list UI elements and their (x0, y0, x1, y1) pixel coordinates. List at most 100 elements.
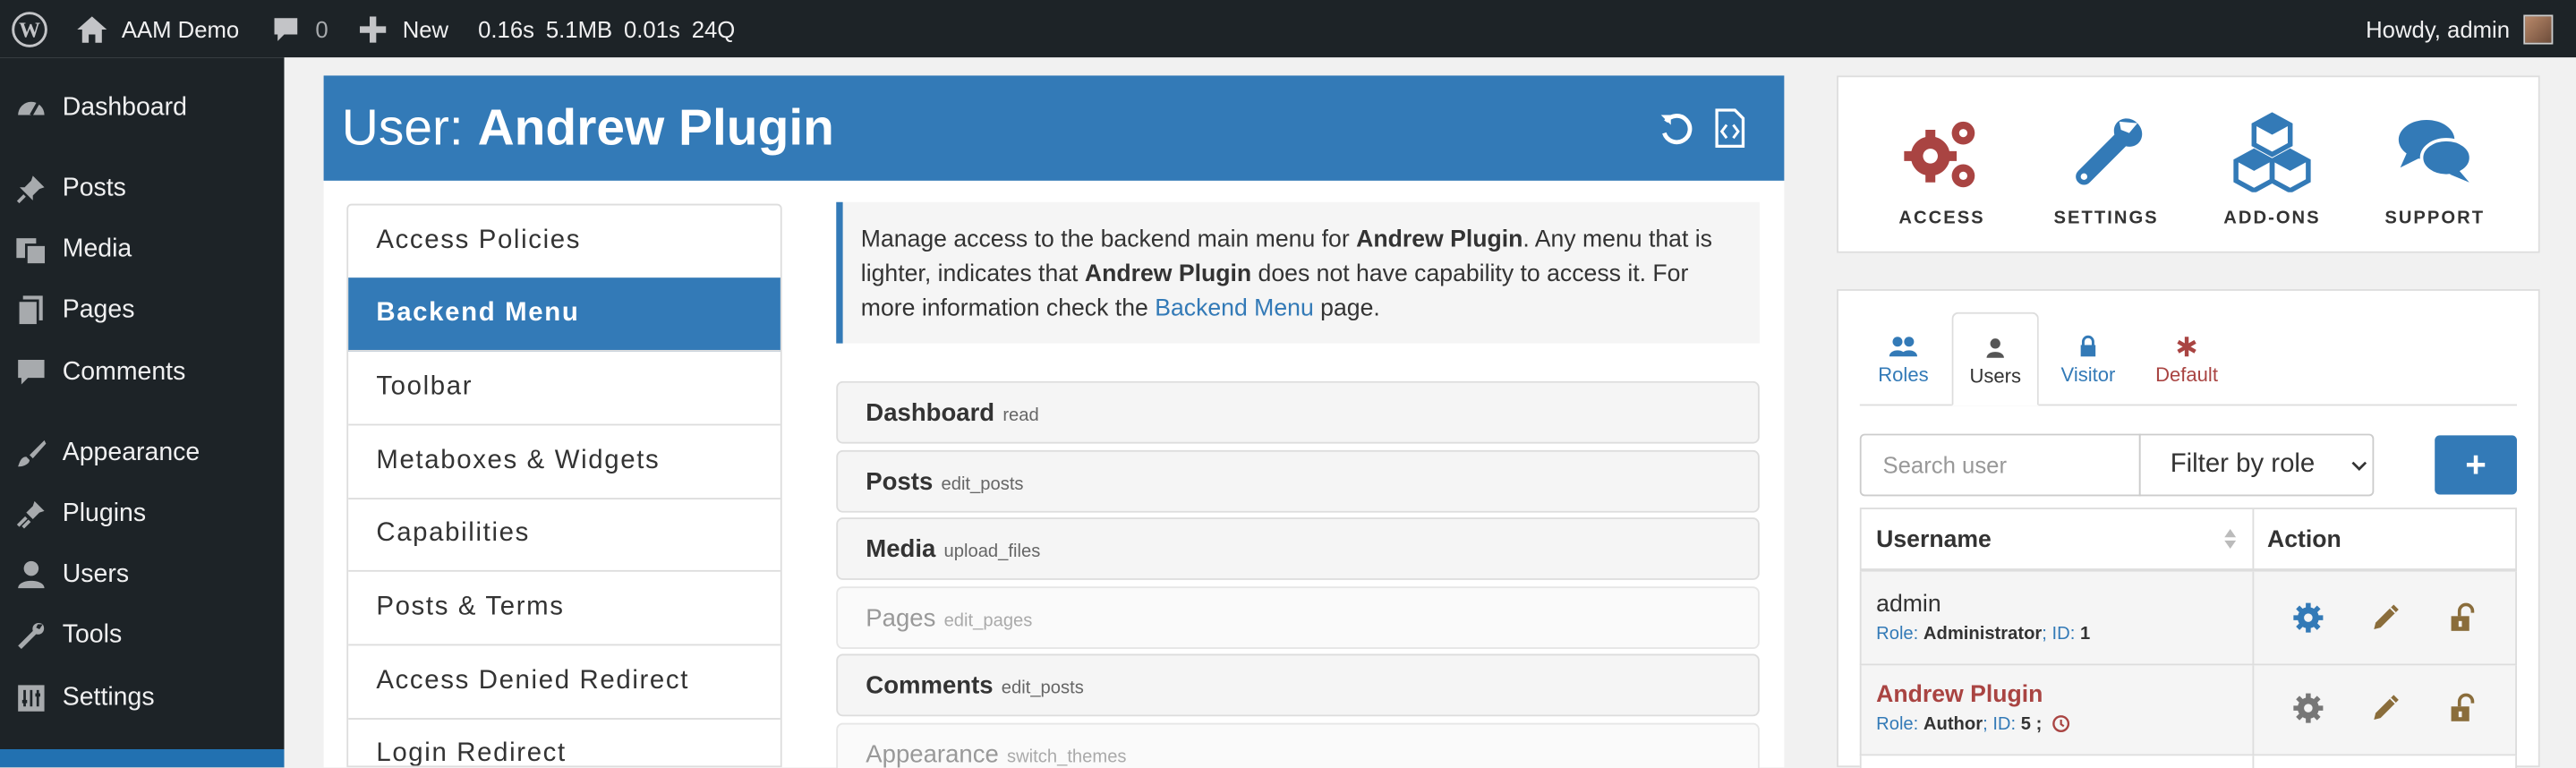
access-panel-button[interactable]: ACCESS (1860, 77, 2025, 254)
table-row-selected: Andrew Plugin Role: Author; ID: 5 ; (1859, 665, 2517, 756)
user-icon (18, 560, 45, 589)
menu-row-comments[interactable]: Comments edit_posts (836, 653, 1760, 717)
sidebar-item-label: Appearance (62, 439, 200, 467)
pages-icon (16, 295, 43, 327)
menu-row-label: Media (866, 534, 936, 563)
menu-row-capability: edit_posts (1001, 678, 1084, 698)
sidebar-item-media[interactable]: Media (0, 220, 285, 279)
feature-access-denied-redirect[interactable]: Access Denied Redirect (348, 645, 780, 720)
menu-row-label: Posts (866, 467, 934, 496)
info-subject: Andrew Plugin (1084, 260, 1252, 288)
menu-row-pages[interactable]: Pages edit_pages (836, 586, 1760, 650)
filter-by-role-select[interactable]: Filter by role (2138, 433, 2375, 497)
settings-panel-button[interactable]: SETTINGS (2024, 77, 2188, 254)
sidebar-item-comments[interactable]: Comments (0, 344, 285, 403)
menu-row-capability: edit_pages (943, 610, 1033, 630)
menu-row-capability: switch_themes (1006, 747, 1127, 767)
feature-access-policies[interactable]: Access Policies (348, 205, 780, 280)
feature-login-redirect[interactable]: Login Redirect (348, 718, 780, 765)
unlock-icon[interactable] (2446, 692, 2479, 725)
menu-row-label: Pages (866, 603, 936, 632)
wrench-icon (2076, 118, 2143, 185)
feature-posts-terms[interactable]: Posts & Terms (348, 572, 780, 646)
avatar (2522, 13, 2553, 44)
chat-icon (2398, 119, 2473, 183)
query-monitor-stats[interactable]: 0.16s 5.1MB 0.01s 24Q (478, 0, 735, 57)
reset-icon[interactable] (1658, 110, 1693, 146)
wrench-icon (18, 623, 45, 650)
stat-time: 0.16s (478, 15, 534, 42)
manage-user-icon[interactable] (2292, 602, 2325, 635)
gears-icon (1904, 121, 1975, 188)
edit-pencil-icon[interactable] (2369, 692, 2402, 725)
tab-visitor[interactable]: Visitor (2045, 312, 2130, 406)
sidebar-item-appearance[interactable]: Appearance (0, 424, 285, 483)
sort-icon[interactable] (2222, 527, 2238, 550)
media-icon (16, 238, 47, 266)
manage-user-icon[interactable] (2292, 692, 2325, 725)
user-role: Administrator (1923, 624, 2043, 644)
role-label: Role: (1876, 714, 1919, 735)
sidebar-current-item[interactable] (0, 748, 285, 768)
tab-roles[interactable]: Roles (1862, 312, 1946, 406)
menu-row-media[interactable]: Media upload_files (836, 517, 1760, 580)
tab-default[interactable]: Default (2145, 312, 2228, 406)
menu-row-capability: upload_files (943, 541, 1041, 561)
backend-menu-doc-link[interactable]: Backend Menu (1155, 295, 1314, 321)
menu-row-posts[interactable]: Posts edit_posts (836, 449, 1760, 513)
info-notice: Manage access to the backend main menu f… (836, 201, 1760, 344)
tab-label: Roles (1878, 363, 1929, 387)
tab-label: Default (2155, 363, 2218, 387)
add-user-button[interactable]: + (2435, 435, 2517, 495)
cubes-icon (2233, 112, 2311, 192)
sidebar-item-dashboard[interactable]: Dashboard (0, 79, 285, 138)
my-account-link[interactable]: Howdy, admin (2366, 0, 2553, 57)
lock-icon (2080, 335, 2096, 357)
support-label: SUPPORT (2384, 209, 2486, 229)
menu-row-label: Dashboard (866, 398, 995, 427)
sidebar-item-label: Users (62, 559, 130, 589)
dashboard-icon (18, 101, 45, 116)
stat-queries: 24Q (691, 15, 736, 42)
comments-link[interactable]: 0 (271, 0, 328, 57)
addons-panel-button[interactable]: ADD-ONS (2190, 77, 2355, 254)
search-user-input[interactable]: Search user (1859, 433, 2141, 497)
sidebar-item-settings[interactable]: Settings (0, 669, 285, 728)
support-panel-button[interactable]: SUPPORT (2352, 77, 2517, 254)
title-subject: Andrew Plugin (477, 98, 834, 157)
feature-toolbar[interactable]: Toolbar (348, 352, 780, 426)
col-username[interactable]: Username (1876, 527, 1992, 553)
menu-row-appearance[interactable]: Appearance switch_themes (836, 722, 1760, 768)
addons-label: ADD-ONS (2223, 209, 2321, 229)
access-label: ACCESS (1898, 209, 1985, 229)
howdy-text: Howdy, admin (2366, 15, 2511, 42)
table-row: admin Role: Administrator; ID: 1 (1859, 571, 2517, 666)
feature-list: Access Policies Backend Menu Toolbar Met… (346, 203, 782, 768)
menu-row-dashboard[interactable]: Dashboard read (836, 380, 1760, 444)
edit-pencil-icon[interactable] (2369, 602, 2402, 635)
plus-icon (359, 15, 387, 42)
sidebar-item-posts[interactable]: Posts (0, 159, 285, 218)
expiration-clock-icon[interactable] (2051, 714, 2070, 732)
feature-capabilities[interactable]: Capabilities (348, 498, 780, 572)
wordpress-logo-icon[interactable]: W (12, 0, 47, 57)
pin-icon (16, 175, 45, 204)
feature-metaboxes-widgets[interactable]: Metaboxes & Widgets (348, 425, 780, 499)
unlock-icon[interactable] (2446, 602, 2479, 635)
settings-label: SETTINGS (2053, 209, 2159, 229)
sidebar-item-users[interactable]: Users (0, 545, 285, 604)
menu-row-capability: edit_posts (941, 474, 1024, 494)
menu-row-label: Appearance (866, 739, 999, 768)
sidebar-item-pages[interactable]: Pages (0, 281, 285, 340)
export-code-icon[interactable] (1712, 108, 1748, 149)
site-name-link[interactable]: AAM Demo (75, 0, 239, 57)
comments-count: 0 (315, 15, 328, 42)
tab-users[interactable]: Users (1951, 311, 2039, 406)
menu-row-capability: read (1002, 405, 1039, 425)
sidebar-item-plugins[interactable]: Plugins (0, 484, 285, 543)
sidebar-item-label: Dashboard (62, 93, 187, 122)
new-label: New (402, 15, 449, 42)
new-content-link[interactable]: New (359, 0, 449, 57)
feature-backend-menu[interactable]: Backend Menu (348, 277, 780, 352)
sidebar-item-tools[interactable]: Tools (0, 606, 285, 665)
